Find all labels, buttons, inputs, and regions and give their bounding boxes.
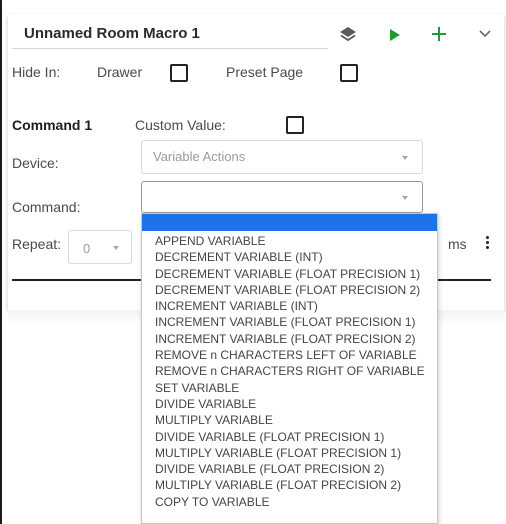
device-label: Device: <box>12 155 59 171</box>
more-options-icon[interactable] <box>486 236 489 251</box>
command-divider-right <box>438 279 491 281</box>
preset-page-checkbox[interactable] <box>340 64 358 82</box>
repeat-select[interactable]: 0 <box>68 230 132 264</box>
ms-label: ms <box>448 236 467 252</box>
layers-icon[interactable] <box>339 26 357 44</box>
dropdown-option[interactable]: COPY TO VARIABLE <box>142 494 437 510</box>
repeat-select-value: 0 <box>83 241 91 256</box>
window-left-border <box>0 0 2 524</box>
title-underline <box>12 48 328 49</box>
dropdown-option[interactable]: DECREMENT VARIABLE (INT) <box>142 249 437 265</box>
caret-down-icon <box>402 156 408 160</box>
dropdown-option[interactable]: DIVIDE VARIABLE (FLOAT PRECISION 1) <box>142 429 437 445</box>
drawer-label: Drawer <box>97 64 143 80</box>
device-select[interactable]: Variable Actions <box>141 140 423 174</box>
dropdown-option[interactable]: REMOVE n CHARACTERS LEFT OF VARIABLE <box>142 347 437 363</box>
hide-in-label: Hide In: <box>12 64 61 80</box>
repeat-label: Repeat: <box>12 236 62 252</box>
caret-down-icon <box>402 196 408 200</box>
dropdown-option[interactable]: INCREMENT VARIABLE (FLOAT PRECISION 1) <box>142 314 437 330</box>
dropdown-option[interactable]: DIVIDE VARIABLE (FLOAT PRECISION 2) <box>142 461 437 477</box>
chevron-down-icon[interactable] <box>479 30 491 38</box>
device-select-value: Variable Actions <box>153 149 246 164</box>
command-label: Command: <box>12 199 81 215</box>
custom-value-checkbox[interactable] <box>286 116 304 134</box>
play-icon[interactable] <box>389 28 401 42</box>
dropdown-option[interactable]: INCREMENT VARIABLE (FLOAT PRECISION 2) <box>142 331 437 347</box>
dropdown-option[interactable]: MULTIPLY VARIABLE (FLOAT PRECISION 1) <box>142 445 437 461</box>
dropdown-option[interactable]: SET VARIABLE <box>142 380 437 396</box>
custom-value-label: Custom Value: <box>135 117 226 133</box>
command-divider-left <box>12 279 142 281</box>
macro-title[interactable]: Unnamed Room Macro 1 <box>24 25 200 42</box>
preset-page-label: Preset Page <box>226 64 304 80</box>
drawer-checkbox[interactable] <box>170 64 188 82</box>
command-heading: Command 1 <box>12 117 93 133</box>
highlighted-option[interactable] <box>142 214 437 231</box>
dropdown-option[interactable]: REMOVE n CHARACTERS RIGHT OF VARIABLE <box>142 363 437 379</box>
dropdown-option[interactable]: DECREMENT VARIABLE (FLOAT PRECISION 2) <box>142 282 437 298</box>
plus-icon[interactable] <box>432 27 446 41</box>
dropdown-option[interactable]: INCREMENT VARIABLE (INT) <box>142 298 437 314</box>
dropdown-option[interactable]: MULTIPLY VARIABLE (FLOAT PRECISION 2) <box>142 477 437 493</box>
command-dropdown-list[interactable]: APPEND VARIABLE DECREMENT VARIABLE (INT)… <box>141 213 438 524</box>
command-select[interactable] <box>141 181 423 213</box>
caret-down-icon <box>113 246 119 250</box>
dropdown-option[interactable]: DIVIDE VARIABLE <box>142 396 437 412</box>
dropdown-option[interactable]: APPEND VARIABLE <box>142 233 437 249</box>
dropdown-option[interactable]: MULTIPLY VARIABLE <box>142 412 437 428</box>
dropdown-option[interactable]: DECREMENT VARIABLE (FLOAT PRECISION 1) <box>142 266 437 282</box>
